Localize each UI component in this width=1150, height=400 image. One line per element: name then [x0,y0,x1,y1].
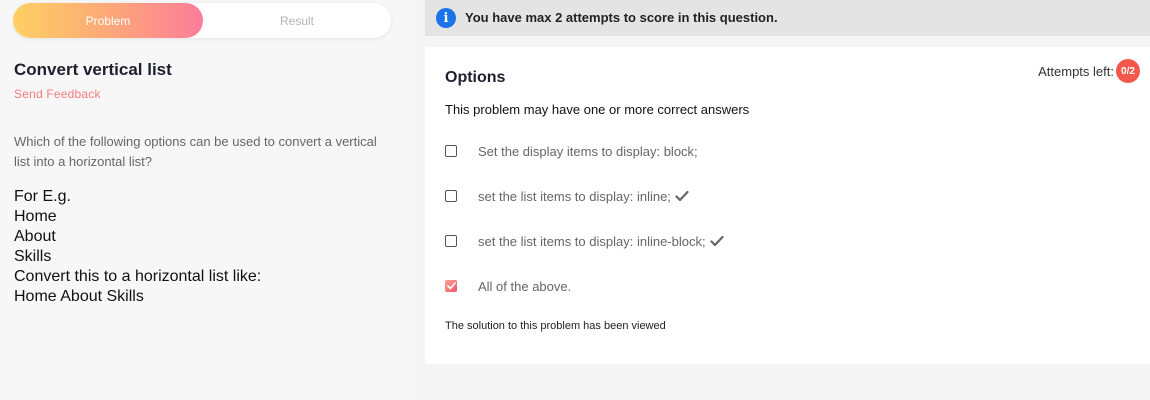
example-line: Convert this to a horizontal list like: [14,268,262,285]
option-label: set the list items to display: inline-bl… [478,233,706,249]
attempts-banner: i You have max 2 attempts to score in th… [425,0,1150,36]
option-checkbox[interactable] [445,145,457,157]
option-item[interactable]: Set the display items to display: block; [445,141,698,161]
option-item[interactable]: set the list items to display: inline; [445,186,689,206]
option-checkbox[interactable] [445,235,457,247]
option-checkbox[interactable] [445,190,457,202]
tab-problem[interactable]: Problem [13,3,203,38]
options-subtitle: This problem may have one or more correc… [445,102,750,117]
question-example: For E.g. Home About Skills Convert this … [14,187,261,307]
attempts-left-badge: 0/2 [1116,59,1140,83]
option-item[interactable]: set the list items to display: inline-bl… [445,231,724,251]
option-label: set the list items to display: inline; [478,188,671,204]
send-feedback-link[interactable]: Send Feedback [14,87,101,101]
banner-text: You have max 2 attempts to score in this… [465,10,778,25]
checkmark-icon [710,235,724,247]
options-title: Options [445,69,506,86]
example-line: Home [14,208,57,225]
checkmark-icon [675,190,689,202]
option-label: All of the above. [478,278,572,294]
example-line: For E.g. [14,188,71,205]
example-line: Skills [14,248,52,265]
attempts-left-label: Attempts left: [1038,64,1114,79]
example-line: About [14,228,56,245]
option-label: Set the display items to display: block; [478,143,698,159]
option-item[interactable]: All of the above. [445,276,571,296]
tab-result[interactable]: Result [203,3,391,38]
option-checkbox-checked[interactable] [445,280,457,292]
info-icon: i [436,8,456,28]
example-line: Home About Skills [14,288,144,305]
tab-bar: Problem Result [13,3,391,38]
problem-panel: Problem Result Convert vertical list Sen… [0,0,415,400]
question-title: Convert vertical list [14,60,172,79]
question-text: Which of the following options can be us… [14,134,377,169]
options-card: Options Attempts left: 0/2 This problem … [425,47,1150,364]
check-icon [446,282,456,290]
solution-viewed-note: The solution to this problem has been vi… [445,320,666,332]
